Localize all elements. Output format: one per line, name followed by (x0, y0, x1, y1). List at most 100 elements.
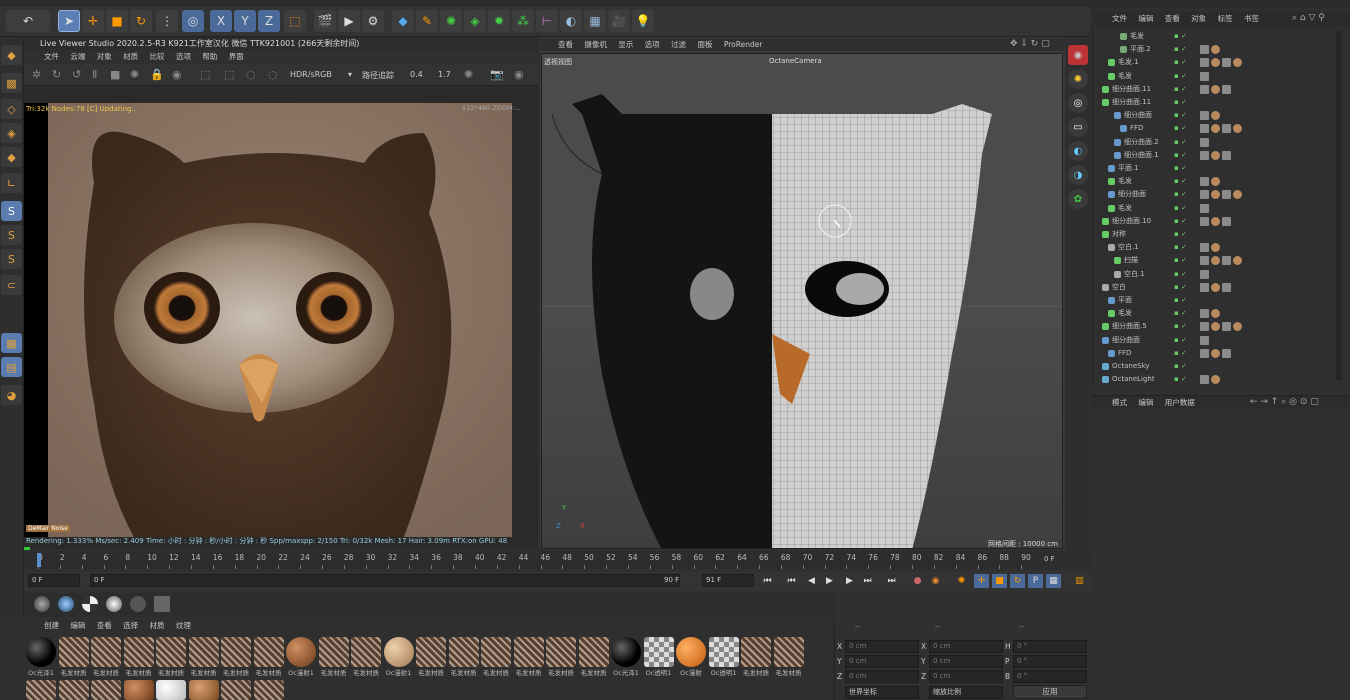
material-tag-icon[interactable] (1211, 348, 1220, 358)
material-tag-icon[interactable] (1222, 216, 1231, 226)
material-tag-icon[interactable] (1211, 322, 1220, 332)
lv-menu-compare[interactable]: 比较 (150, 52, 165, 61)
object-name[interactable]: 毛发 (1118, 175, 1132, 188)
cube-icon[interactable]: ◆ (392, 10, 414, 32)
material-swatch[interactable] (221, 680, 251, 700)
vp-menu-filter[interactable]: 过滤 (671, 40, 686, 49)
color-space-select[interactable]: HDR/sRGB (290, 70, 332, 79)
object-name[interactable]: 细分曲面.2 (1124, 136, 1159, 149)
material-tag-icon[interactable] (1222, 282, 1231, 292)
lv-menu-options[interactable]: 选项 (176, 52, 191, 61)
material-tag-icon[interactable] (1200, 177, 1209, 187)
object-name[interactable]: 空白 (1112, 281, 1126, 294)
move-tool-icon[interactable]: ✛ (82, 10, 104, 32)
color-space-chevron-icon[interactable]: ▾ (348, 70, 352, 79)
material-tag-icon[interactable] (1200, 335, 1209, 345)
render-settings-icon[interactable]: ⚙ (362, 10, 384, 32)
vp-menu-display[interactable]: 显示 (618, 40, 633, 49)
axis-mode-icon[interactable]: ∟ (1, 173, 22, 193)
visibility-check-icon[interactable]: ▪ ✓ (1174, 334, 1187, 347)
object-row[interactable]: OctaneLight ▪ ✓ (1096, 373, 1336, 386)
object-row[interactable]: 细分曲面.11 ▪ ✓ (1096, 96, 1336, 109)
object-row[interactable]: 毛发 ▪ ✓ (1096, 175, 1336, 188)
pick-material-icon[interactable]: ⬚ (224, 68, 234, 81)
object-name[interactable]: 细分曲面 (1118, 188, 1146, 201)
vp-menu-camera[interactable]: 摄像机 (584, 40, 607, 49)
more-icon[interactable]: ◉ (514, 68, 524, 81)
vp-menu-prorender[interactable]: ProRender (724, 40, 763, 49)
material-swatch[interactable] (156, 680, 186, 700)
material-tag-icon[interactable] (1200, 375, 1209, 385)
go-start-icon[interactable]: ⏮ (760, 574, 775, 588)
object-name[interactable]: FFD (1118, 347, 1131, 360)
region-render-icon[interactable]: ◉ (172, 68, 182, 81)
vp-menu-panel[interactable]: 面板 (697, 40, 712, 49)
visibility-check-icon[interactable]: ▪ ✓ (1174, 228, 1187, 241)
value-b-field[interactable]: 1.7 (438, 70, 451, 79)
object-name[interactable]: 平面.2 (1130, 43, 1151, 56)
coord-value-field[interactable]: 0 cm (929, 655, 1003, 668)
current-frame-field[interactable]: 0 F (90, 574, 680, 587)
material-tag-icon[interactable] (1222, 190, 1231, 200)
preview-sphere-icon[interactable] (34, 596, 50, 612)
object-row[interactable]: OctaneSky ▪ ✓ (1096, 360, 1336, 373)
object-row[interactable]: 毛发 ▪ ✓ (1096, 70, 1336, 83)
y-axis-lock-icon[interactable]: Y (234, 10, 256, 32)
material-tag-icon[interactable] (1211, 111, 1220, 121)
send-scene-icon[interactable]: ✲ (32, 68, 41, 81)
go-end-icon[interactable]: ⏭ (884, 574, 899, 588)
object-name[interactable]: FFD (1130, 122, 1143, 135)
rotate-tool-icon[interactable]: ↻ (130, 10, 152, 32)
material-swatch[interactable] (416, 637, 446, 667)
viewport-canvas[interactable] (541, 53, 1063, 549)
object-name[interactable]: 空白.1 (1118, 241, 1139, 254)
visibility-check-icon[interactable]: ▪ ✓ (1174, 175, 1187, 188)
material-tag-icon[interactable] (1211, 177, 1220, 187)
material-swatch[interactable] (546, 637, 576, 667)
mat-menu-edit[interactable]: 编辑 (70, 621, 85, 630)
point-mode-icon[interactable]: ◇ (1, 99, 22, 119)
material-tag-icon[interactable] (1233, 58, 1242, 68)
max-frame-field[interactable]: 91 F (702, 574, 754, 587)
object-name[interactable]: 毛发 (1118, 70, 1132, 83)
coord-value-field[interactable]: 0 cm (929, 640, 1003, 653)
om-menu-file[interactable]: 文件 (1112, 14, 1127, 23)
visibility-check-icon[interactable]: ▪ ✓ (1174, 43, 1187, 56)
stop-icon[interactable]: ■ (110, 68, 120, 81)
environment-icon[interactable]: ◐ (560, 10, 582, 32)
material-swatch[interactable] (221, 637, 251, 667)
preview-hdr-icon[interactable] (130, 596, 146, 612)
object-name[interactable]: 毛发 (1130, 30, 1144, 43)
material-tag-icon[interactable] (1200, 124, 1209, 134)
snapshot-icon[interactable]: 📷 (490, 68, 504, 81)
object-row[interactable]: 空白 ▪ ✓ (1096, 281, 1336, 294)
material-tag-icon[interactable] (1211, 216, 1220, 226)
recent-tool-icon[interactable]: ⋮ (156, 10, 178, 32)
octane-scatter-icon[interactable]: ✿ (1068, 189, 1088, 209)
material-tag-icon[interactable] (1200, 111, 1209, 121)
vp-menu-options[interactable]: 选项 (645, 40, 660, 49)
object-name[interactable]: 对称 (1112, 228, 1126, 241)
coordinate-system-icon[interactable]: ⬚ (284, 10, 306, 32)
coord-value-field[interactable]: 0 cm (845, 640, 919, 653)
mat-menu-view[interactable]: 查看 (97, 621, 112, 630)
material-swatch[interactable] (481, 637, 511, 667)
autokey-icon[interactable]: ◉ (928, 574, 943, 588)
visibility-check-icon[interactable]: ▪ ✓ (1174, 122, 1187, 135)
om-menu-object[interactable]: 对象 (1191, 14, 1206, 23)
pen-icon[interactable]: ✎ (416, 10, 438, 32)
object-name[interactable]: 细分曲面.11 (1112, 83, 1151, 96)
object-name[interactable]: 细分曲面.1 (1124, 149, 1159, 162)
attr-menu-edit[interactable]: 编辑 (1138, 398, 1153, 407)
paint-icon[interactable]: ◕ (1, 385, 22, 405)
material-tag-icon[interactable] (1200, 282, 1209, 292)
material-tag-icon[interactable] (1211, 58, 1220, 68)
object-name[interactable]: 空白.1 (1124, 268, 1145, 281)
material-tag-icon[interactable] (1211, 256, 1220, 266)
floor-icon[interactable]: ▦ (584, 10, 606, 32)
material-tag-icon[interactable] (1211, 124, 1220, 134)
object-name[interactable]: 细分曲面 (1112, 334, 1140, 347)
object-row[interactable]: 平面.1 ▪ ✓ (1096, 162, 1336, 175)
key-scale-icon[interactable]: ■ (992, 574, 1007, 588)
key-pla-icon[interactable]: ▦ (1046, 574, 1061, 588)
